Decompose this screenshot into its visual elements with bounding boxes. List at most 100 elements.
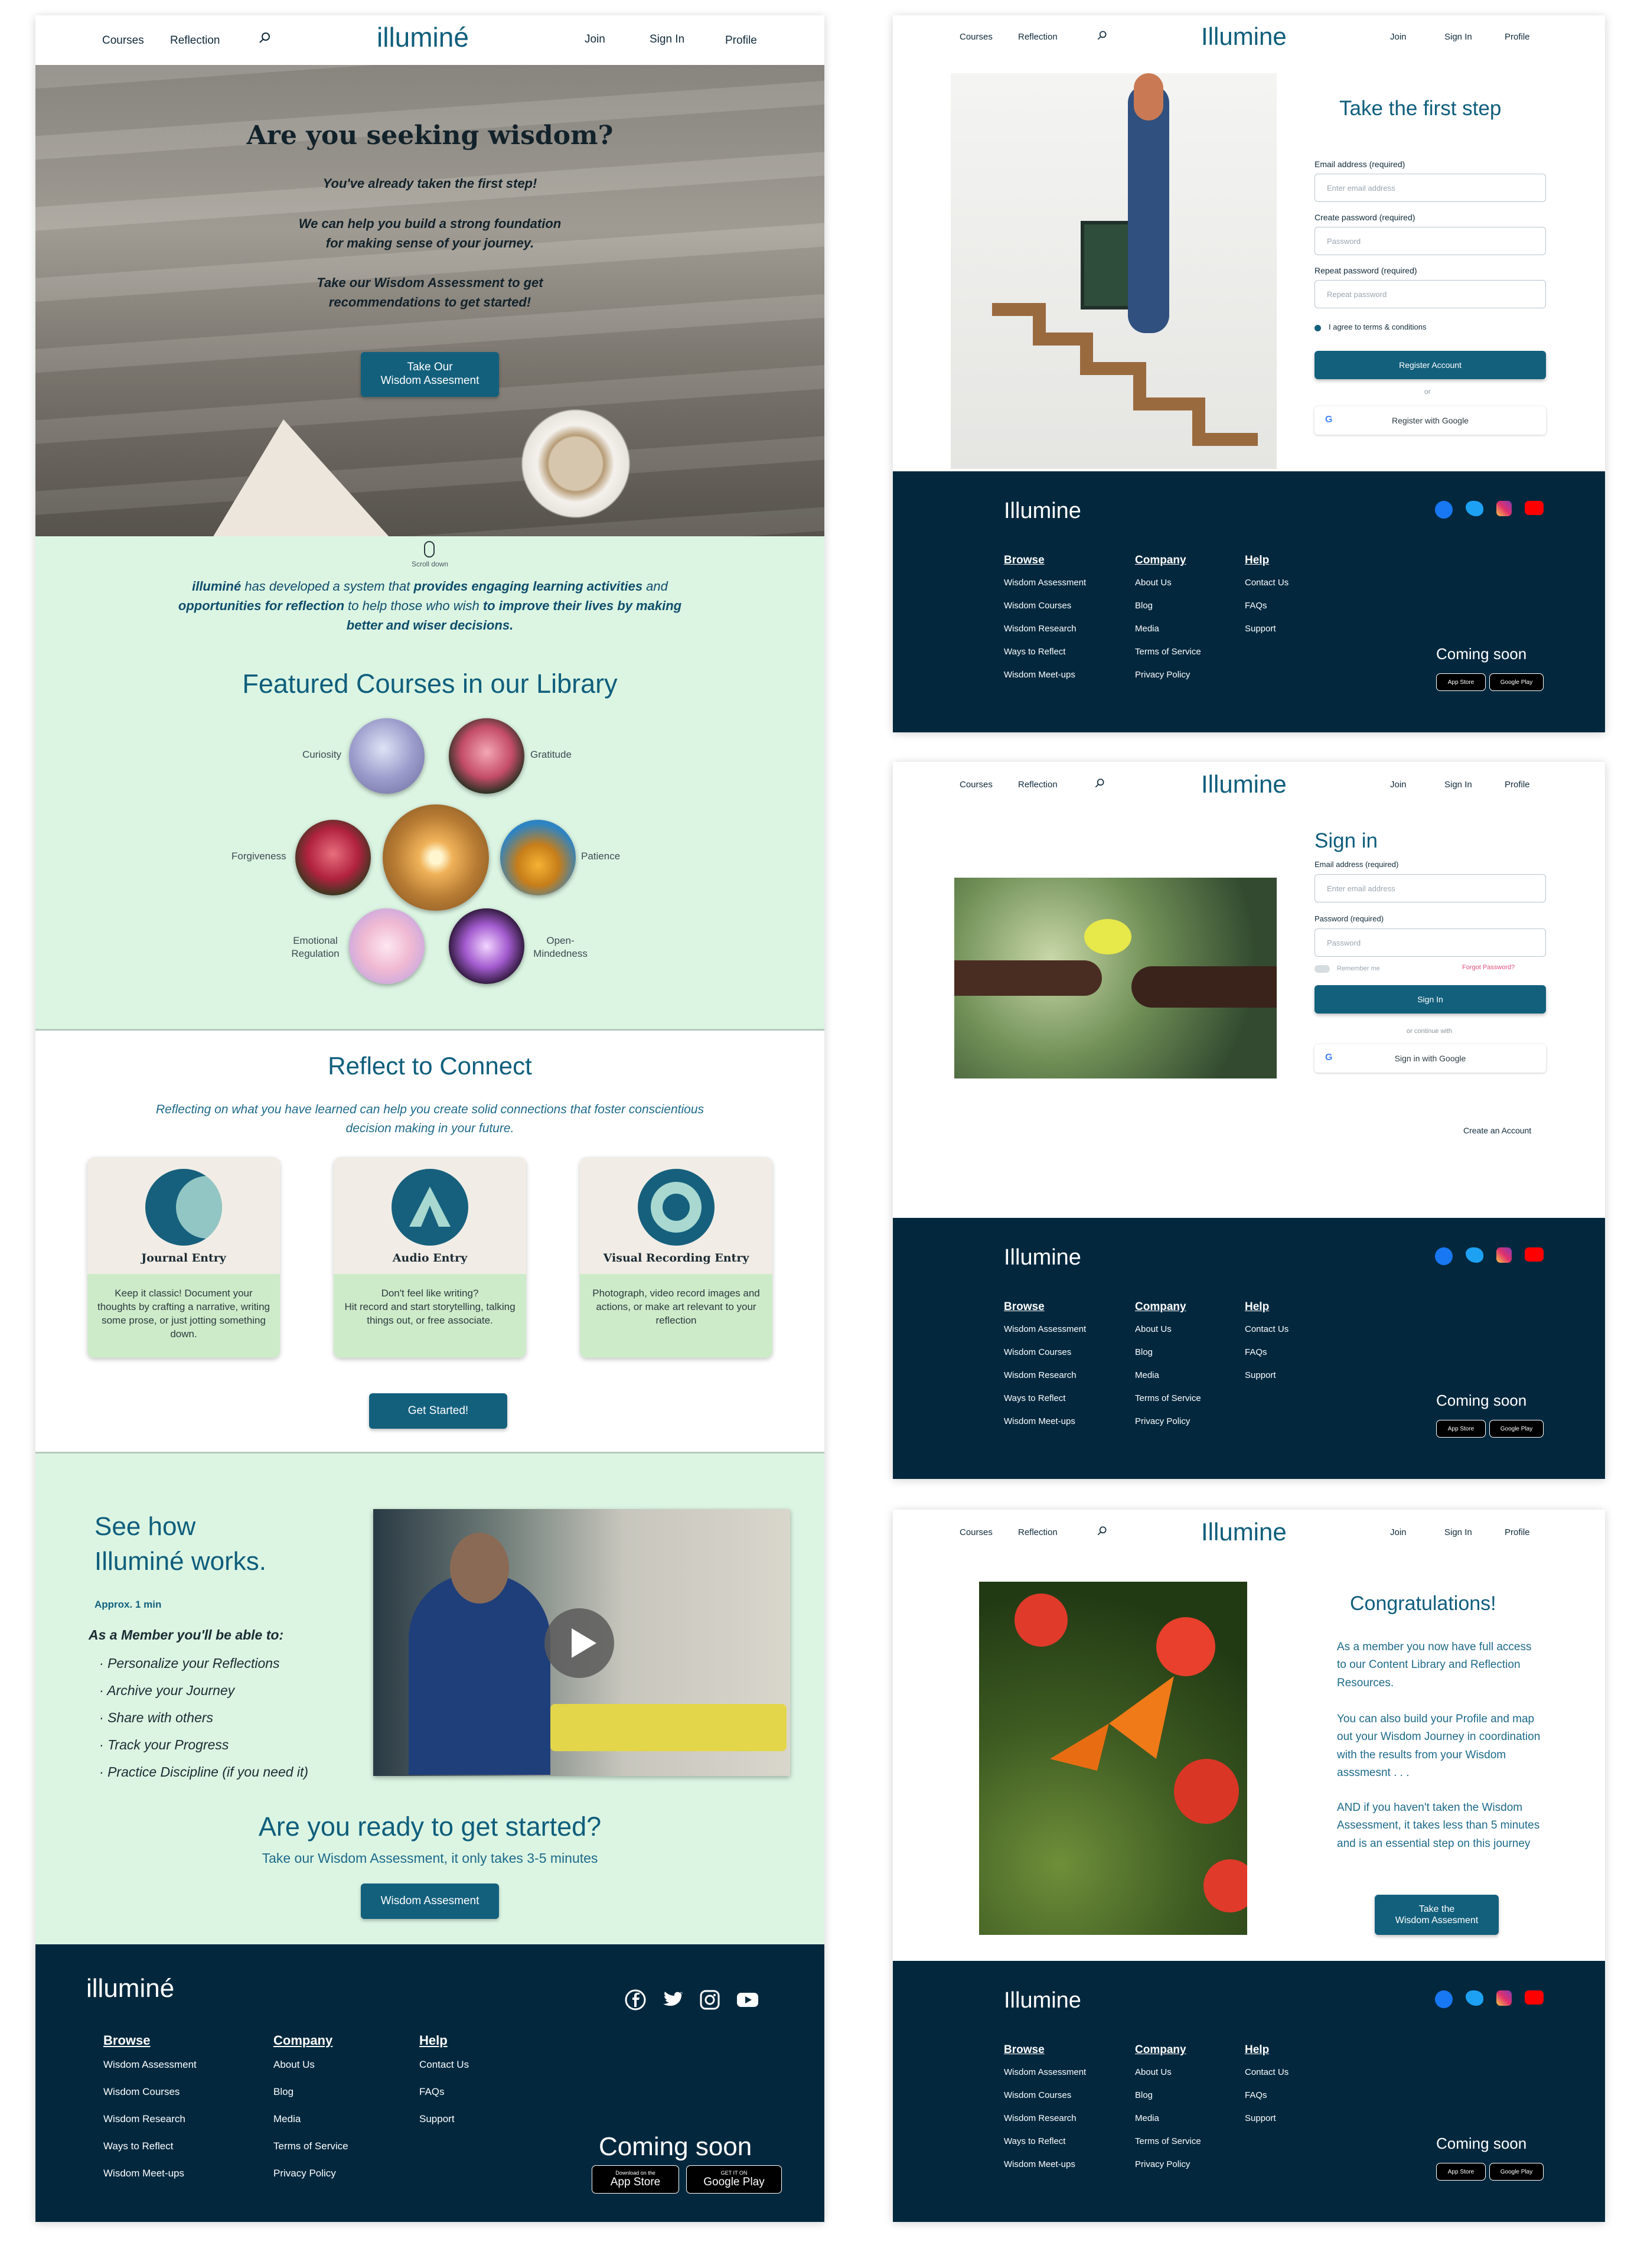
footer-link[interactable]: Privacy Policy (273, 2168, 348, 2179)
footer-link[interactable]: Support (1245, 1370, 1289, 1380)
footer-link[interactable]: Wisdom Research (1004, 1370, 1086, 1380)
signin-button[interactable]: Sign In (1314, 985, 1546, 1014)
nav-reflection[interactable]: Reflection (1018, 32, 1058, 42)
nav-profile[interactable]: Profile (1505, 32, 1530, 42)
youtube-icon[interactable] (1525, 1247, 1544, 1262)
footer-link[interactable]: Wisdom Assessment (1004, 2067, 1086, 2077)
youtube-icon[interactable] (1525, 501, 1544, 515)
nav-courses[interactable]: Courses (960, 32, 993, 42)
repeat-password-field[interactable]: Repeat password (1314, 280, 1546, 308)
facebook-icon[interactable] (1435, 501, 1453, 519)
audio-entry-card[interactable]: Audio Entry Don't feel like writing? Hit… (334, 1157, 526, 1358)
instagram-icon[interactable] (1496, 501, 1512, 516)
instagram-icon[interactable] (1496, 1990, 1512, 2006)
search-icon[interactable] (257, 31, 272, 48)
footer-link[interactable]: Wisdom Courses (1004, 1347, 1086, 1357)
course-curiosity-image[interactable] (349, 718, 425, 794)
get-started-button[interactable]: Get Started! (369, 1393, 507, 1429)
google-play-badge[interactable]: Google Play (1489, 673, 1544, 691)
visual-entry-card[interactable]: Visual Recording Entry Photograph, video… (580, 1157, 772, 1358)
footer-link[interactable]: About Us (1135, 2067, 1201, 2077)
nav-courses[interactable]: Courses (102, 34, 144, 47)
footer-link[interactable]: Terms of Service (273, 2140, 348, 2152)
footer-link[interactable]: FAQs (419, 2086, 469, 2098)
footer-link[interactable]: About Us (1135, 578, 1201, 588)
brand-logo[interactable]: illuminé (377, 21, 469, 53)
course-gratitude-image[interactable] (449, 718, 524, 794)
course-open-mindedness-image[interactable] (449, 908, 524, 984)
search-icon[interactable] (1094, 777, 1105, 793)
email-field[interactable]: Enter email address (1314, 874, 1546, 902)
nav-reflection[interactable]: Reflection (170, 34, 220, 47)
nav-profile[interactable]: Profile (1505, 780, 1530, 790)
password-field[interactable]: Password (1314, 928, 1546, 957)
app-store-badge[interactable]: Download on the App Store (592, 2165, 679, 2194)
course-curiosity-label[interactable]: Curiosity (295, 749, 348, 761)
brand-logo[interactable]: Illumine (1201, 1518, 1287, 1546)
search-icon[interactable] (1096, 30, 1108, 45)
footer-link[interactable]: Wisdom Research (103, 2113, 197, 2125)
password-field[interactable]: Password (1314, 227, 1546, 255)
footer-link[interactable]: Contact Us (1245, 2067, 1289, 2077)
course-patience-image[interactable] (500, 820, 576, 895)
nav-signin[interactable]: Sign In (650, 33, 684, 46)
course-center-image[interactable] (383, 804, 489, 911)
google-register-button[interactable]: G Register with Google (1314, 406, 1546, 435)
play-icon[interactable] (544, 1608, 614, 1678)
footer-logo[interactable]: Illumine (1004, 1245, 1081, 1270)
footer-link[interactable]: Wisdom Meet-ups (1004, 670, 1086, 680)
footer-link[interactable]: About Us (1135, 1324, 1201, 1334)
nav-profile[interactable]: Profile (1505, 1527, 1530, 1537)
brand-logo[interactable]: Illumine (1201, 770, 1287, 799)
footer-link[interactable]: Wisdom Meet-ups (1004, 1416, 1086, 1426)
email-field[interactable]: Enter email address (1314, 174, 1546, 202)
nav-join[interactable]: Join (1390, 780, 1407, 790)
footer-link[interactable]: Wisdom Meet-ups (103, 2168, 197, 2179)
footer-link[interactable]: Blog (1135, 601, 1201, 611)
take-assessment-button[interactable]: Take Our Wisdom Assesment (361, 352, 499, 397)
footer-logo[interactable]: illuminé (86, 1974, 174, 2003)
footer-link[interactable]: Media (1135, 624, 1201, 634)
course-gratitude-label[interactable]: Gratitude (530, 749, 572, 761)
google-play-badge[interactable]: GET IT ON Google Play (686, 2165, 782, 2194)
app-store-badge[interactable]: App Store (1436, 673, 1486, 691)
footer-link[interactable]: Privacy Policy (1135, 2159, 1201, 2169)
footer-link[interactable]: Media (1135, 1370, 1201, 1380)
footer-link[interactable]: Wisdom Courses (1004, 601, 1086, 611)
nav-signin[interactable]: Sign In (1444, 32, 1472, 42)
twitter-icon[interactable] (1466, 1247, 1483, 1263)
forgot-password-link[interactable]: Forgot Password? (1462, 964, 1515, 971)
footer-link[interactable]: Terms of Service (1135, 647, 1201, 657)
footer-link[interactable]: Support (419, 2113, 469, 2125)
footer-link[interactable]: Blog (1135, 2090, 1201, 2100)
terms-checkbox[interactable] (1314, 325, 1321, 331)
take-assessment-button[interactable]: Take the Wisdom Assesment (1375, 1895, 1499, 1935)
footer-link[interactable]: Wisdom Assessment (103, 2059, 197, 2071)
course-emotional-regulation-label[interactable]: Emotional Regulation (283, 934, 347, 960)
footer-link[interactable]: Ways to Reflect (1004, 647, 1086, 657)
footer-link[interactable]: Contact Us (1245, 1324, 1289, 1334)
journal-entry-card[interactable]: Journal Entry Keep it classic! Document … (87, 1157, 280, 1358)
nav-profile[interactable]: Profile (725, 34, 757, 47)
footer-link[interactable]: About Us (273, 2059, 348, 2071)
nav-signin[interactable]: Sign In (1444, 780, 1472, 790)
nav-courses[interactable]: Courses (960, 1527, 993, 1537)
instagram-icon[interactable] (1496, 1247, 1512, 1263)
facebook-icon[interactable] (1435, 1990, 1453, 2008)
create-account-link[interactable]: Create an Account (1463, 1126, 1531, 1135)
youtube-icon[interactable] (1525, 1990, 1544, 2005)
search-icon[interactable] (1096, 1525, 1108, 1540)
register-button[interactable]: Register Account (1314, 351, 1546, 379)
footer-link[interactable]: Contact Us (1245, 578, 1289, 588)
footer-link[interactable]: Media (1135, 2113, 1201, 2123)
footer-link[interactable]: FAQs (1245, 2090, 1289, 2100)
app-store-badge[interactable]: App Store (1436, 1420, 1486, 1438)
footer-link[interactable]: Blog (273, 2086, 348, 2098)
footer-link[interactable]: Wisdom Meet-ups (1004, 2159, 1086, 2169)
footer-link[interactable]: Ways to Reflect (103, 2140, 197, 2152)
brand-logo[interactable]: Illumine (1201, 22, 1287, 51)
google-signin-button[interactable]: G Sign in with Google (1314, 1044, 1546, 1073)
twitter-icon[interactable] (1466, 501, 1483, 516)
footer-link[interactable]: FAQs (1245, 1347, 1289, 1357)
footer-link[interactable]: Ways to Reflect (1004, 2136, 1086, 2146)
